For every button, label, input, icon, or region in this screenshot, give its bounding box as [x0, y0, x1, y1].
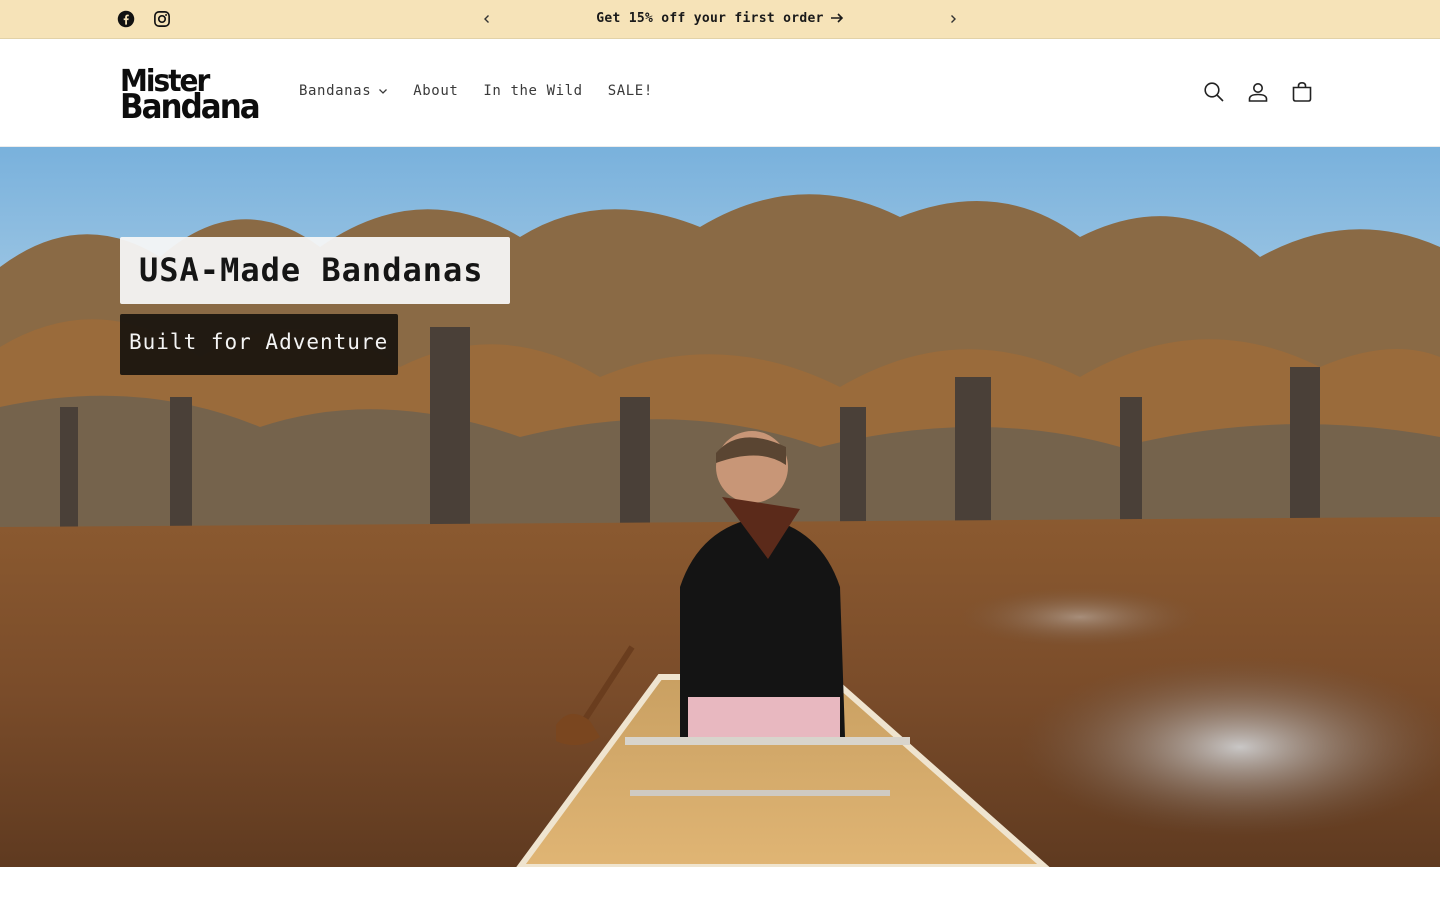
search-icon [1204, 82, 1224, 102]
nav-item-bandanas[interactable]: Bandanas [299, 83, 388, 99]
hero-subtitle-box: Built for Adventure [120, 314, 398, 375]
nav-item-about[interactable]: About [413, 83, 458, 99]
nav-item-sale[interactable]: SALE! [608, 83, 653, 99]
cart-icon [1292, 81, 1312, 102]
facebook-icon[interactable] [117, 10, 135, 28]
announcement-text: Get 15% off your first order [596, 11, 824, 26]
chevron-left-icon [484, 15, 489, 23]
main-nav: Bandanas About In the Wild SALE! [299, 83, 678, 99]
account-icon [1248, 83, 1268, 102]
hero-subtitle: Built for Adventure [129, 330, 389, 354]
hero-title-box: USA-Made Bandanas [120, 237, 510, 304]
instagram-icon[interactable] [153, 10, 171, 28]
nav-item-label: In the Wild [483, 83, 583, 99]
account-button[interactable] [1246, 80, 1270, 104]
cart-button[interactable] [1290, 80, 1314, 104]
nav-item-label: About [413, 83, 459, 99]
hero-title: USA-Made Bandanas [139, 251, 484, 289]
hero-banner: USA-Made Bandanas Built for Adventure [0, 147, 1440, 867]
announcement-bar: Get 15% off your first order [0, 0, 1440, 39]
announcement-message[interactable]: Get 15% off your first order [520, 11, 920, 27]
chevron-down-icon [379, 89, 388, 94]
site-logo[interactable]: Mister Bandana [120, 65, 261, 127]
logo-line-2: Bandana [120, 87, 261, 127]
arrow-right-icon [830, 12, 844, 27]
chevron-right-icon [951, 15, 956, 23]
nav-item-label: SALE! [607, 83, 653, 99]
announcement-next-button[interactable] [943, 9, 963, 29]
nav-item-in-the-wild[interactable]: In the Wild [483, 83, 582, 99]
search-button[interactable] [1202, 80, 1226, 104]
site-header: Mister Bandana Bandanas About In the Wil… [0, 39, 1440, 147]
announcement-prev-button[interactable] [477, 9, 497, 29]
nav-item-label: Bandanas [299, 83, 372, 99]
